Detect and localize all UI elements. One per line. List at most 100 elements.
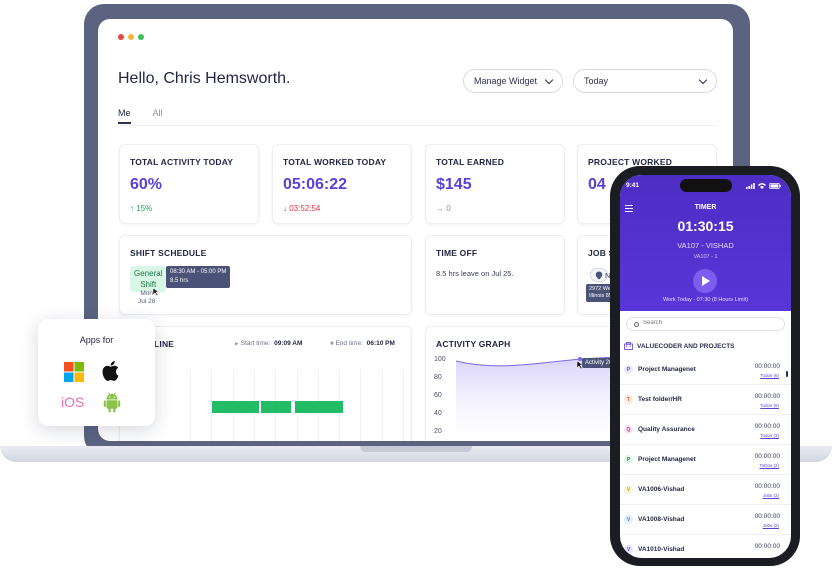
end-label: End time:: [335, 340, 363, 347]
timer-label: TIMER: [694, 204, 717, 211]
stat-card-worked[interactable]: TOTAL WORKED TODAY 05:06:22 ↓ 03:52:54: [272, 144, 412, 224]
org-header[interactable]: VALUECODER AND PROJECTS: [624, 342, 735, 350]
shift-tooltip: 08:30 AM - 05:00 PM 8.5 hrs: [166, 266, 231, 288]
project-name: Quality Assurance: [638, 426, 695, 433]
ios-icon[interactable]: iOS: [61, 394, 84, 410]
timeline-bar[interactable]: [261, 401, 291, 413]
laptop-notch: [360, 446, 472, 452]
project-badge: T: [624, 395, 633, 404]
timeline-bar[interactable]: [295, 401, 343, 413]
dynamic-island: [680, 179, 732, 192]
window-controls: [118, 34, 144, 40]
status-icons: [746, 183, 781, 189]
y-tick: 100: [434, 356, 446, 363]
project-todos-link[interactable]: Todos (6): [760, 373, 779, 378]
project-name: Test folder/HR: [638, 396, 682, 403]
timeline-start: ▶ Start time: 09:09 AM: [235, 340, 302, 347]
stat-title: TOTAL EARNED: [436, 157, 505, 167]
play-icon: ▶: [235, 341, 239, 347]
stat-value: 04: [588, 176, 606, 193]
wifi-icon: [758, 183, 766, 189]
y-tick: 60: [434, 392, 442, 399]
card-title: TIME OFF: [436, 248, 478, 258]
battery-icon: [769, 183, 781, 189]
time-off-card[interactable]: TIME OFF 8.5 hrs leave on Jul 25.: [425, 235, 565, 315]
list-item[interactable]: P Project Managenet 00:00:00 Todos (6): [620, 355, 791, 385]
stat-value: $145: [436, 176, 472, 193]
start-label: Start time:: [240, 340, 271, 347]
list-item[interactable]: T Test folder/HR 00:00:00 Todos (6): [620, 385, 791, 415]
close-dot[interactable]: [118, 34, 124, 40]
list-item[interactable]: P Project Managenet 00:00:00 ToDos (2): [620, 445, 791, 475]
project-time: 00:00:00: [754, 393, 780, 400]
apple-icon[interactable]: [102, 360, 122, 382]
project-jobs-link[interactable]: Jobs (2): [763, 493, 779, 498]
chevron-down-icon: [698, 75, 708, 84]
project-badge: Q: [624, 425, 633, 434]
list-item[interactable]: Q Quality Assurance 00:00:00 Todos (3): [620, 415, 791, 445]
timer-panel: 9:41 TIMER 01:30:15 VA107 - VISHAD VA107…: [620, 175, 791, 311]
project-name: VA1008-Vishad: [638, 516, 685, 523]
shift-day-date: Jul 28: [138, 298, 156, 305]
timeline-bar[interactable]: [212, 401, 259, 413]
list-item[interactable]: V VA1006-Vishad 00:00:00 Jobs (2): [620, 475, 791, 505]
timer-project-sub: VA107 - 1: [693, 254, 718, 260]
project-name: VA1006-Vishad: [638, 486, 685, 493]
stat-card-activity[interactable]: TOTAL ACTIVITY TODAY 60% ↑ 15%: [119, 144, 259, 224]
search-icon: [634, 322, 639, 327]
manage-widget-dropdown[interactable]: Manage Widget: [463, 69, 563, 93]
signal-icon: [746, 183, 755, 189]
work-today: Work Today - 07:30 (8 Hours Limit): [662, 297, 749, 303]
project-time: 00:00:00: [754, 423, 780, 430]
timeline-end: ■ End time: 06:10 PM: [330, 340, 395, 347]
shift-tag[interactable]: General Shift: [130, 266, 167, 292]
search-box[interactable]: [626, 317, 785, 331]
shift-tooltip-hours: 8.5 hrs: [170, 278, 189, 284]
project-jobs-link[interactable]: Jobs (2): [763, 523, 779, 528]
stat-title: TOTAL WORKED TODAY: [283, 157, 387, 167]
y-tick: 40: [434, 410, 442, 417]
stat-value: 05:06:22: [283, 176, 348, 193]
minimize-dot[interactable]: [128, 34, 134, 40]
end-value: 06:10 PM: [366, 340, 395, 347]
stat-title: TOTAL ACTIVITY TODAY: [130, 157, 234, 167]
stat-value: 60%: [130, 176, 163, 193]
shift-schedule-card[interactable]: SHIFT SCHEDULE General Shift 08:30 AM - …: [119, 235, 412, 315]
y-tick: 20: [434, 428, 442, 435]
search-input[interactable]: [643, 320, 773, 326]
stop-icon: ■: [330, 341, 334, 347]
maximize-dot[interactable]: [138, 34, 144, 40]
play-button[interactable]: [693, 269, 717, 293]
date-range-dropdown[interactable]: Today: [573, 69, 717, 93]
stat-card-earned[interactable]: TOTAL EARNED $145 → 0: [425, 144, 565, 224]
list-item[interactable]: V VA1010-Vishad 00:00:00: [620, 535, 791, 558]
shift-tooltip-time: 08:30 AM - 05:00 PM: [170, 269, 227, 275]
project-time: 00:00:00: [754, 543, 780, 550]
shift-tag-line1: General: [134, 269, 163, 278]
project-time: 00:00:00: [754, 513, 780, 520]
project-time: 00:00:00: [754, 483, 780, 490]
tab-all[interactable]: All: [153, 108, 163, 124]
project-time: 00:00:00: [754, 363, 780, 370]
project-badge: V: [624, 485, 633, 494]
stat-change: ↑ 15%: [130, 204, 153, 213]
phone-app: 9:41 TIMER 01:30:15 VA107 - VISHAD VA107…: [620, 175, 791, 558]
tab-divider: [118, 125, 717, 126]
project-badge: V: [624, 515, 633, 524]
project-todos-link[interactable]: ToDos (2): [759, 463, 779, 468]
greeting-heading: Hello, Chris Hemsworth.: [118, 70, 291, 87]
project-name: Project Managenet: [638, 366, 696, 373]
scrollbar[interactable]: [786, 371, 788, 377]
project-badge: V: [624, 545, 633, 554]
activity-area: [456, 357, 616, 441]
windows-icon[interactable]: [64, 362, 84, 382]
tab-me[interactable]: Me: [118, 108, 131, 124]
android-icon[interactable]: [103, 392, 121, 413]
card-title: SHIFT SCHEDULE: [130, 248, 207, 258]
timeline-card[interactable]: LINE ▶ Start time: 09:09 AM ■ End time: …: [119, 326, 412, 441]
project-todos-link[interactable]: Todos (3): [760, 433, 779, 438]
list-item[interactable]: V VA1008-Vishad 00:00:00 Jobs (2): [620, 505, 791, 535]
y-tick: 80: [434, 374, 442, 381]
manage-widget-label: Manage Widget: [474, 76, 538, 86]
project-todos-link[interactable]: Todos (6): [760, 403, 779, 408]
